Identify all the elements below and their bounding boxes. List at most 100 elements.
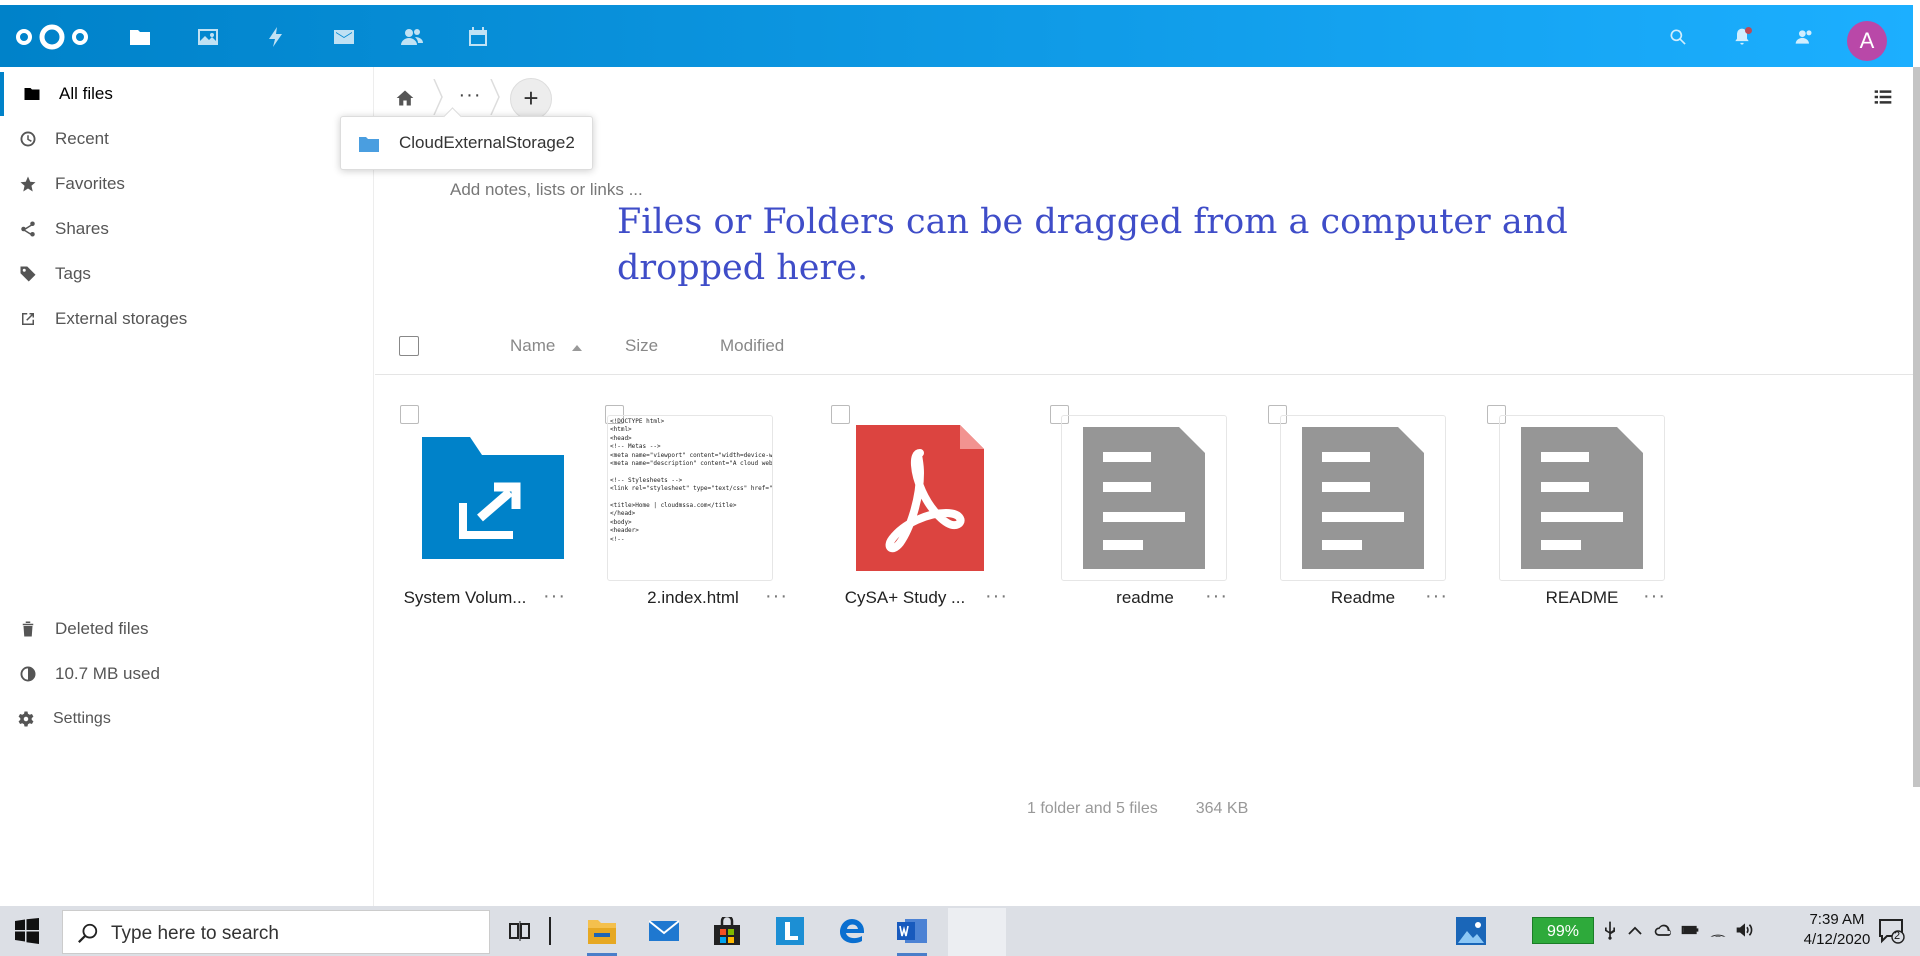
file-summary: 1 folder and 5 files 364 KB <box>1027 800 1248 818</box>
html-preview-text: <!DOCTYPE html> <html> <head> <!-- Metas… <box>610 418 773 543</box>
files-content: ··· + CloudExternalStorage2 Add notes, l… <box>340 67 1913 906</box>
clock-icon <box>18 129 38 149</box>
external-folder-icon <box>410 415 576 581</box>
windows-start-icon[interactable] <box>14 918 40 944</box>
notifications-bell-icon[interactable] <box>1726 21 1758 53</box>
drop-hint-text: Files or Folders can be dragged from a c… <box>617 202 1568 288</box>
file-tile[interactable]: README ··· <box>1485 405 1685 635</box>
nav-label: Settings <box>53 710 111 727</box>
file-tile[interactable]: <!DOCTYPE html> <html> <head> <!-- Metas… <box>605 405 805 635</box>
nav-item-settings[interactable]: Settings <box>0 697 374 741</box>
file-actions-button[interactable]: ··· <box>985 585 1008 608</box>
nav-label: Deleted files <box>55 619 149 638</box>
text-file-icon <box>1061 415 1227 581</box>
file-name[interactable]: 2.index.html <box>613 588 773 608</box>
windows-taskbar: Type here to search 99% 7:39 AM 4/12/202… <box>0 906 1920 956</box>
file-name[interactable]: System Volum... <box>385 588 545 608</box>
column-size[interactable]: Size <box>625 336 658 356</box>
word-app-icon[interactable] <box>897 916 927 946</box>
column-modified[interactable]: Modified <box>720 336 784 356</box>
page-scrollbar[interactable] <box>1913 67 1920 787</box>
contacts-app-icon[interactable] <box>396 21 428 53</box>
quota-indicator: 10.7 MB used <box>0 652 374 696</box>
files-app-icon[interactable] <box>124 21 156 53</box>
nav-item-shares[interactable]: Shares <box>0 207 374 251</box>
calendar-app-icon[interactable] <box>462 21 494 53</box>
file-explorer-icon[interactable] <box>587 916 617 946</box>
breadcrumb-separator <box>433 79 443 115</box>
battery-indicator[interactable]: 99% <box>1532 917 1594 944</box>
file-tile[interactable]: readme ··· <box>1045 405 1245 635</box>
text-file-icon <box>1499 415 1665 581</box>
clock-time: 7:39 AM <box>1809 911 1865 928</box>
usb-icon[interactable] <box>1600 920 1622 942</box>
nav-item-all-files[interactable]: All files <box>0 72 374 116</box>
file-name[interactable]: CySA+ Study ... <box>825 588 985 608</box>
clock-date: 4/12/2020 <box>1803 931 1871 948</box>
tag-icon <box>18 264 38 284</box>
mail-app-icon[interactable] <box>649 916 679 946</box>
mail-app-icon[interactable] <box>328 21 360 53</box>
launcher-l-icon[interactable] <box>775 916 805 946</box>
notification-dot <box>1745 27 1752 34</box>
popover-item-cloudexternalstorage2[interactable]: CloudExternalStorage2 <box>399 133 575 153</box>
breadcrumb-home-icon[interactable] <box>392 85 418 111</box>
file-tile[interactable]: CySA+ Study ... ··· <box>825 405 1025 635</box>
activity-app-icon[interactable] <box>260 21 292 53</box>
store-icon[interactable] <box>712 916 742 946</box>
breadcrumb-more-button[interactable]: ··· <box>455 85 485 111</box>
user-avatar[interactable]: A <box>1847 21 1887 61</box>
nav-label: Recent <box>55 129 109 148</box>
nextcloud-logo[interactable] <box>14 22 90 52</box>
notes-input[interactable]: Add notes, lists or links ... <box>450 180 643 200</box>
battery-icon[interactable] <box>1680 920 1702 942</box>
file-actions-button[interactable]: ··· <box>543 585 566 608</box>
nav-item-favorites[interactable]: Favorites <box>0 162 374 206</box>
nav-label: Shares <box>55 219 109 238</box>
nav-item-deleted-files[interactable]: Deleted files <box>0 607 374 651</box>
html-preview-thumbnail: <!DOCTYPE html> <html> <head> <!-- Metas… <box>607 415 773 581</box>
breadcrumb-popover-menu: CloudExternalStorage2 <box>340 116 593 170</box>
nav-item-external-storages[interactable]: External storages <box>0 297 374 341</box>
summary-size: 364 KB <box>1195 800 1249 817</box>
search-icon[interactable] <box>1662 21 1694 53</box>
file-actions-button[interactable]: ··· <box>1205 585 1228 608</box>
file-name[interactable]: README <box>1502 588 1662 608</box>
wifi-icon[interactable] <box>1708 920 1730 942</box>
photos-app-icon[interactable] <box>192 21 224 53</box>
volume-icon[interactable] <box>1735 920 1757 942</box>
cloud-sync-icon[interactable] <box>1653 920 1675 942</box>
file-actions-button[interactable]: ··· <box>1425 585 1448 608</box>
file-actions-button[interactable]: ··· <box>1643 585 1666 608</box>
taskbar-clock[interactable]: 7:39 AM 4/12/2020 <box>1792 910 1882 950</box>
file-tile[interactable]: System Volum... ··· <box>385 405 585 635</box>
view-toggle-list-icon[interactable] <box>1873 87 1895 109</box>
folder-icon <box>359 137 379 152</box>
nav-label: All files <box>59 84 113 103</box>
folder-icon <box>22 84 42 104</box>
pen-icon[interactable] <box>545 916 555 946</box>
nav-item-tags[interactable]: Tags <box>0 252 374 296</box>
edge-browser-icon[interactable] <box>837 916 867 946</box>
file-actions-button[interactable]: ··· <box>765 585 788 608</box>
file-name[interactable]: Readme <box>1283 588 1443 608</box>
star-icon <box>18 174 38 194</box>
chevron-up-icon[interactable] <box>1625 920 1647 942</box>
taskbar-running-app[interactable] <box>948 908 1006 956</box>
taskbar-search-box[interactable]: Type here to search <box>62 910 490 954</box>
file-name[interactable]: readme <box>1065 588 1225 608</box>
search-icon <box>78 923 98 943</box>
contacts-menu-icon[interactable] <box>1788 21 1820 53</box>
file-tile[interactable]: Readme ··· <box>1265 405 1465 635</box>
photos-app-icon[interactable] <box>1456 916 1486 946</box>
new-file-button[interactable]: + <box>510 78 552 120</box>
nav-item-recent[interactable]: Recent <box>0 117 374 161</box>
nav-label: External storages <box>55 309 188 328</box>
column-name[interactable]: Name <box>510 336 555 356</box>
task-view-icon[interactable] <box>505 916 535 946</box>
action-center-icon[interactable]: 2 <box>1878 918 1906 944</box>
select-all-checkbox[interactable] <box>399 336 419 356</box>
notification-count: 2 <box>1894 930 1901 942</box>
taskbar-search-placeholder: Type here to search <box>111 923 279 944</box>
pie-chart-icon <box>18 664 38 684</box>
